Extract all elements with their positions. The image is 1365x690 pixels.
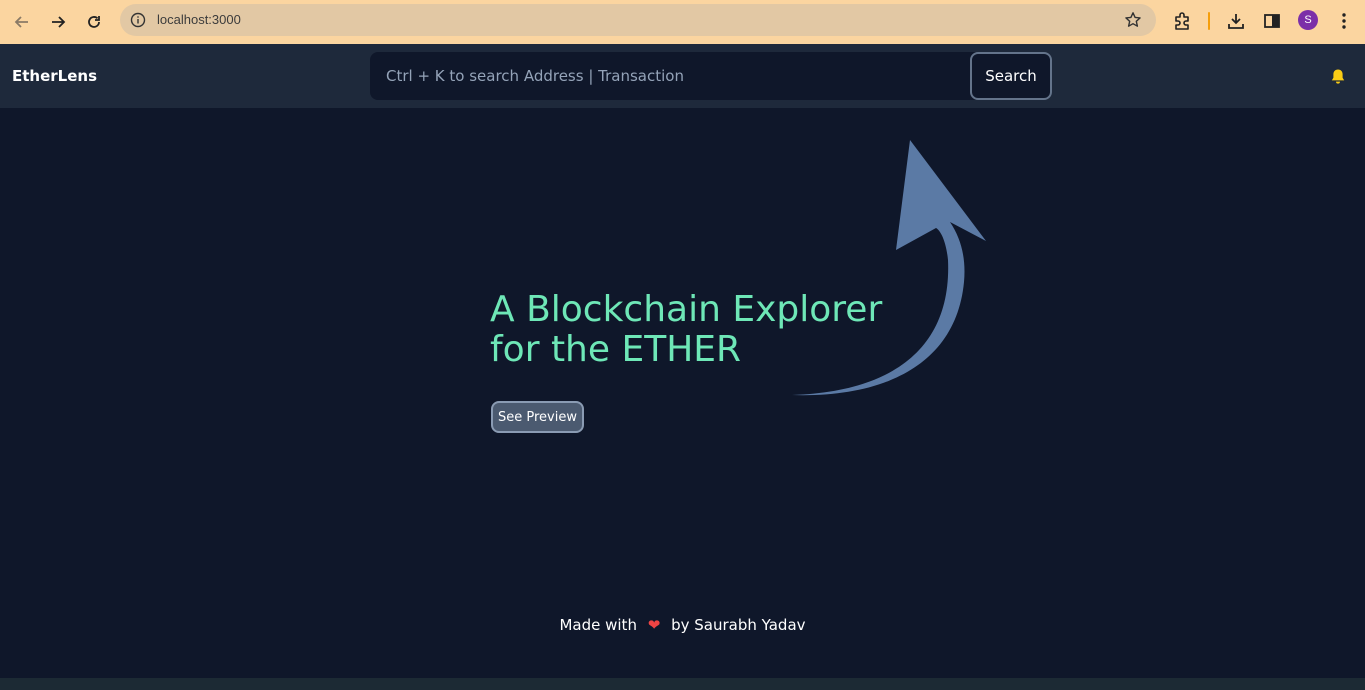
- taskbar-edge: [0, 678, 1365, 690]
- site-info-icon[interactable]: [128, 10, 148, 30]
- bookmark-star-icon[interactable]: [1124, 11, 1142, 33]
- see-preview-button[interactable]: See Preview: [491, 401, 584, 433]
- url-text[interactable]: localhost:3000: [157, 12, 241, 27]
- footer-text-before: Made with: [559, 616, 637, 634]
- heart-icon: ❤: [647, 616, 661, 634]
- search-input[interactable]: [370, 52, 970, 100]
- search-button[interactable]: Search: [970, 52, 1052, 100]
- back-button[interactable]: [8, 8, 36, 36]
- address-bar[interactable]: localhost:3000: [120, 4, 1156, 36]
- brand-logo[interactable]: EtherLens: [12, 67, 97, 85]
- menu-icon[interactable]: [1332, 9, 1356, 33]
- extensions-icon[interactable]: [1170, 9, 1194, 33]
- footer-text-after: by Saurabh Yadav: [671, 616, 806, 634]
- forward-icon: [52, 16, 66, 28]
- bell-icon[interactable]: [1329, 68, 1347, 86]
- app-header: EtherLens Search: [0, 44, 1365, 108]
- download-icon[interactable]: [1224, 9, 1248, 33]
- footer-credit: Made with ❤ by Saurabh Yadav: [0, 616, 1365, 634]
- browser-toolbar: localhost:3000 S: [0, 0, 1365, 44]
- search-bar: Search: [370, 52, 1052, 100]
- profile-avatar[interactable]: S: [1298, 10, 1318, 30]
- reload-button[interactable]: [80, 8, 108, 36]
- side-panel-icon[interactable]: [1260, 9, 1284, 33]
- arrow-icon: [792, 140, 986, 396]
- reload-icon: [88, 16, 100, 28]
- toolbar-divider: [1208, 12, 1210, 30]
- back-icon: [14, 16, 28, 28]
- forward-button[interactable]: [44, 8, 72, 36]
